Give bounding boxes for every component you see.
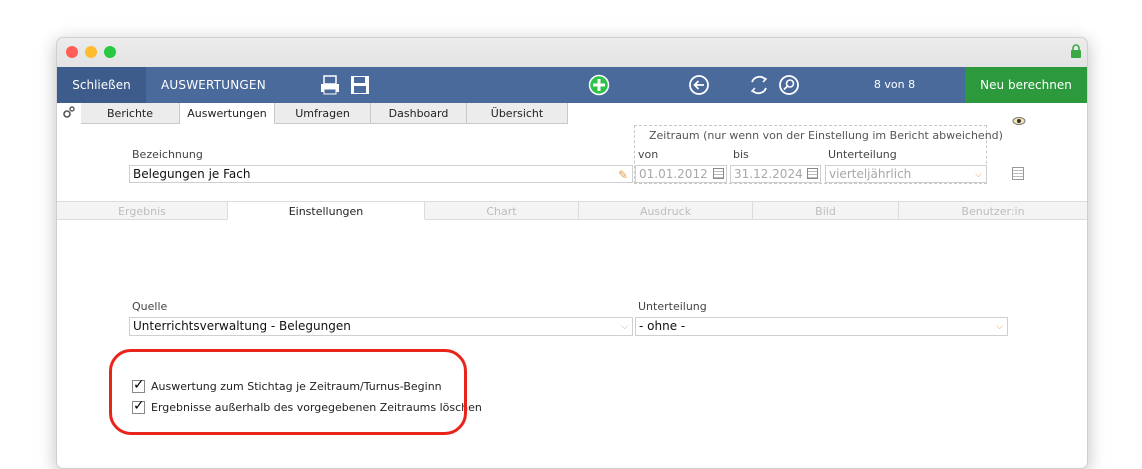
refresh-icon[interactable] [748,74,770,96]
tab-benutzer[interactable]: Benutzer:in [899,201,1087,220]
quelle-select[interactable]: Unterrichtsverwaltung - Belegungen ⌵ [129,317,633,336]
tab-uebersicht[interactable]: Übersicht [467,103,568,124]
von-date-field[interactable]: 01.01.2012 [635,165,727,183]
unterteilung-select[interactable]: vierteljährlich ⌵ [825,165,987,183]
zeitraum-caption: Zeitraum (nur wenn von der Einstellung i… [649,129,1003,142]
toolbar-title: AUSWERTUNGEN [161,78,266,92]
tab-ausdruck[interactable]: Ausdruck [579,201,753,220]
eye-icon[interactable] [1012,116,1026,126]
sub-tab-bar: Ergebnis Einstellungen Chart Ausdruck Bi… [57,201,1087,220]
add-icon[interactable] [588,74,610,96]
gear-icon[interactable] [62,105,76,119]
quelle-value: Unterrichtsverwaltung - Belegungen [133,319,351,333]
bis-label: bis [733,148,749,161]
record-counter: 8 von 8 [873,78,916,91]
tab-dashboard[interactable]: Dashboard [371,103,467,124]
toolbar: Schließen AUSWERTUNGEN 8 von 8 Neu berec… [57,67,1087,103]
calendar-icon[interactable] [713,168,724,179]
chevron-down-icon: ⌵ [975,170,982,180]
search-icon[interactable] [778,74,800,96]
tab-berichte[interactable]: Berichte [81,103,180,124]
bis-date-value: 31.12.2024 [734,167,803,181]
unterteilung-label: Unterteilung [828,148,897,161]
tab-chart[interactable]: Chart [425,201,579,220]
list-icon[interactable] [1012,167,1024,180]
pencil-icon[interactable]: ✎ [618,167,628,183]
bezeichnung-field[interactable]: Belegungen je Fach ✎ [129,165,633,183]
zoom-window-button[interactable] [104,46,116,58]
tab-umfragen[interactable]: Umfragen [275,103,371,124]
quelle-unterteilung-select[interactable]: - ohne - ⌵ [635,317,1008,336]
main-tab-bar: Berichte Auswertungen Umfragen Dashboard… [57,103,1087,124]
tab-ergebnis[interactable]: Ergebnis [57,201,228,220]
tab-auswertungen[interactable]: Auswertungen [180,103,275,124]
lock-icon[interactable] [1070,44,1082,59]
chevron-down-icon: ⌵ [996,322,1003,332]
print-icon[interactable] [319,74,341,96]
recalculate-button[interactable]: Neu berechnen [965,67,1087,103]
unterteilung-value: vierteljährlich [829,167,912,181]
quelle-unterteilung-label: Unterteilung [638,300,707,313]
calendar-icon[interactable] [807,168,818,179]
title-bar [57,38,1087,68]
quelle-unterteilung-value: - ohne - [639,319,686,333]
quelle-label: Quelle [132,300,168,313]
von-date-value: 01.01.2012 [639,167,708,181]
tab-bild[interactable]: Bild [753,201,899,220]
bezeichnung-label: Bezeichnung [132,148,203,161]
minimize-window-button[interactable] [85,46,97,58]
bezeichnung-value: Belegungen je Fach [133,167,251,181]
close-window-button[interactable] [66,46,78,58]
bis-date-field[interactable]: 31.12.2024 [730,165,821,183]
tab-einstellungen[interactable]: Einstellungen [227,201,425,220]
chevron-down-icon: ⌵ [621,322,628,332]
highlight-annotation [109,349,467,435]
app-window: Schließen AUSWERTUNGEN 8 von 8 Neu berec… [56,37,1088,469]
close-button[interactable]: Schließen [57,67,146,103]
von-label: von [638,148,659,161]
back-arrow-icon[interactable] [688,74,710,96]
save-icon[interactable] [349,74,371,96]
